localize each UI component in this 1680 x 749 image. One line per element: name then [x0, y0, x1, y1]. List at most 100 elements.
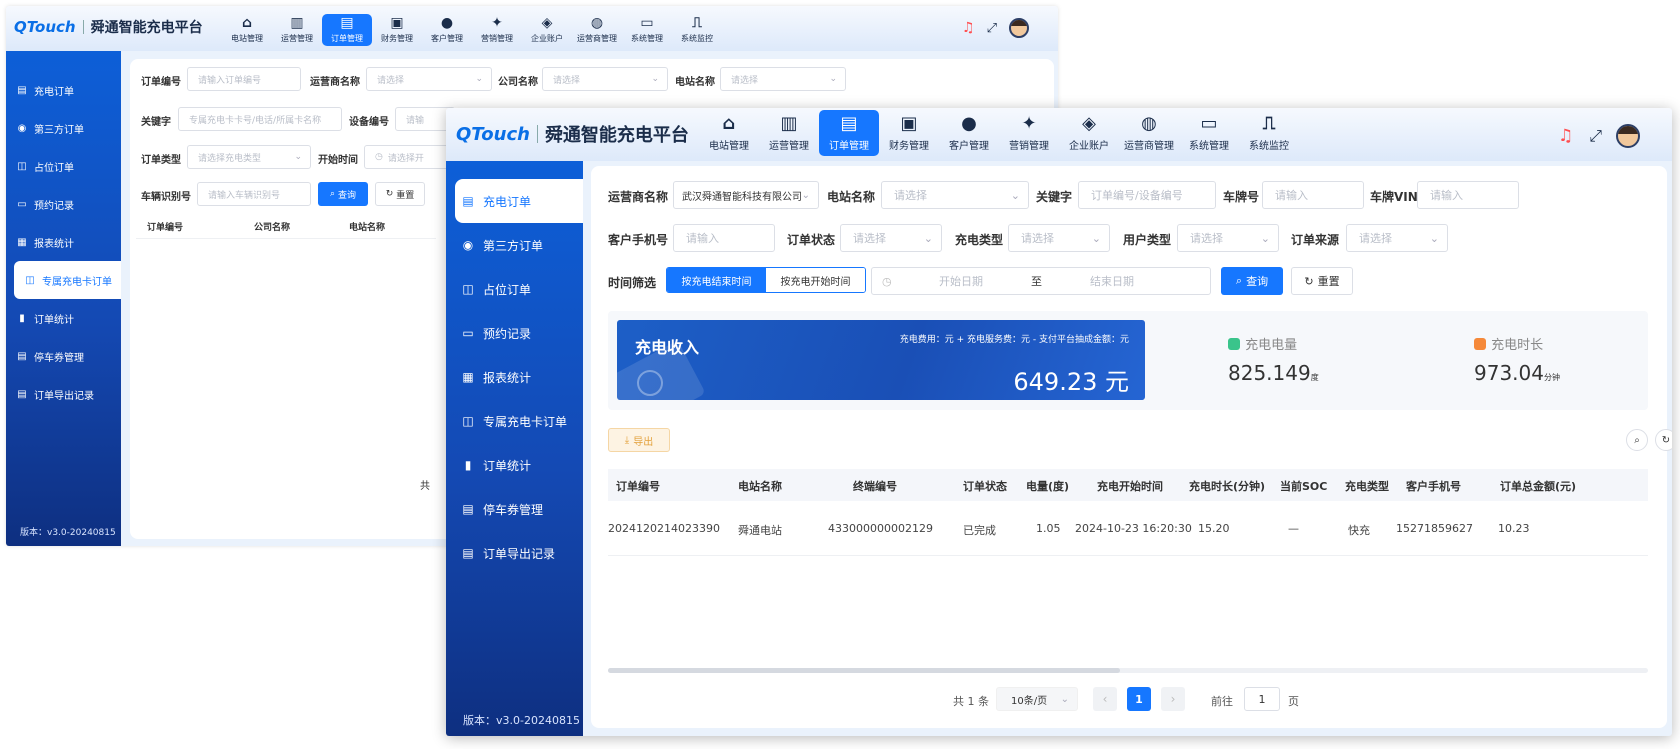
nav-label: 财务管理 — [889, 140, 929, 152]
nav-item-5[interactable]: ✦ 营销管理 — [999, 110, 1059, 156]
sidebar-item-4[interactable]: ▦ 报表统计 — [6, 223, 121, 261]
top-right-tools: ♫ ⤢ — [962, 18, 1029, 38]
nav-item-3[interactable]: ▣ 财务管理 — [879, 110, 939, 156]
fullscreen-icon[interactable]: ⤢ — [1589, 126, 1602, 146]
nav-item-9[interactable]: ⎍ 系统监控 — [672, 14, 722, 46]
reset-button[interactable]: ↻ 重置 — [375, 182, 425, 206]
nav-item-8[interactable]: ▭ 系统管理 — [1179, 110, 1239, 156]
filter-label: 订单类型 — [141, 155, 181, 166]
bell-icon[interactable]: ♫ — [1558, 126, 1573, 146]
nav-item-2[interactable]: ▤ 订单管理 — [322, 14, 372, 46]
page-1-button[interactable]: 1 — [1127, 687, 1151, 711]
table-header: 订单编号 公司名称 电站名称 — [136, 211, 436, 239]
query-button[interactable]: ⌕ 查询 — [1221, 267, 1283, 295]
brand[interactable]: QTouch 舜通智能充电平台 — [14, 16, 203, 38]
phone-input[interactable]: 请输入 — [673, 224, 775, 252]
nav-item-9[interactable]: ⎍ 系统监控 — [1239, 110, 1299, 156]
nav-item-8[interactable]: ▭ 系统管理 — [622, 14, 672, 46]
nav-item-0[interactable]: ⌂ 电站管理 — [699, 110, 759, 156]
nav-label: 系统管理 — [1189, 140, 1229, 152]
prev-page-button[interactable]: ‹ — [1093, 687, 1117, 711]
nav-item-2[interactable]: ▤ 订单管理 — [819, 110, 879, 156]
horizontal-scrollbar[interactable] — [608, 668, 1648, 673]
sidebar-item-0[interactable]: ▤ 充电订单 — [455, 179, 583, 223]
chevron-right-icon: › — [1170, 692, 1176, 706]
table-cell: 10.23 — [1498, 522, 1530, 535]
brand[interactable]: QTouch 舜通智能充电平台 — [456, 121, 689, 147]
filter-label: 电站名称 — [827, 190, 876, 204]
order-source-select[interactable]: 请选择 ⌄ — [1346, 224, 1448, 252]
sidebar-item-0[interactable]: ▤ 充电订单 — [6, 71, 121, 109]
nav-item-6[interactable]: ◈ 企业账户 — [1059, 110, 1119, 156]
by-start-time-option[interactable]: 按充电开始时间 — [766, 268, 865, 292]
avatar[interactable] — [1616, 124, 1641, 148]
logo: QTouch — [456, 123, 530, 145]
sidebar-item-5[interactable]: ◫ 专属充电卡订单 — [455, 399, 583, 443]
operator-select[interactable]: 请选择 ⌄ — [366, 67, 492, 91]
keyword-input[interactable]: 专属充电卡卡号/电话/所属卡名称 — [178, 107, 342, 131]
nav-item-7[interactable]: ◍ 运营商管理 — [572, 14, 622, 46]
by-end-time-option[interactable]: 按充电结束时间 — [667, 268, 766, 292]
page-size-select[interactable]: 10条/页 ⌄ — [996, 687, 1078, 711]
keyword-input[interactable]: 订单编号/设备编号 — [1078, 181, 1216, 209]
table-cell: 舜通电站 — [738, 524, 782, 537]
vin-input[interactable]: 请输入 — [1417, 181, 1519, 209]
plate-input[interactable]: 请输入 — [1262, 181, 1364, 209]
user-type-select[interactable]: 请选择 ⌄ — [1177, 224, 1279, 252]
operator-select[interactable]: 武汉舜通智能科技有限公司 ⌄ — [673, 181, 819, 209]
sidebar-item-1[interactable]: ◉ 第三方订单 — [455, 223, 583, 267]
export-button[interactable]: ⤓ 导出 — [608, 428, 670, 452]
charge-type-select[interactable]: 请选择 ⌄ — [1008, 224, 1110, 252]
goto-page-input[interactable]: 1 — [1244, 687, 1280, 711]
reserve-icon: ▭ — [17, 198, 27, 210]
nav-item-0[interactable]: ⌂ 电站管理 — [222, 14, 272, 46]
bell-icon[interactable]: ♫ — [962, 20, 975, 36]
sidebar-item-1[interactable]: ◉ 第三方订单 — [6, 109, 121, 147]
sidebar-item-5[interactable]: ◫ 专属充电卡订单 — [14, 261, 121, 299]
nav-label: 企业账户 — [531, 34, 563, 43]
table-row[interactable]: 2024120214023390 舜通电站 433000000002129 已完成 1.… — [608, 501, 1648, 556]
sidebar-item-8[interactable]: ▤ 订单导出记录 — [6, 375, 121, 413]
station-select[interactable]: 请选择 ⌄ — [881, 181, 1029, 209]
sidebar-item-7[interactable]: ▤ 停车券管理 — [6, 337, 121, 375]
start-time-picker[interactable]: ◷ 请选择开 — [364, 145, 454, 169]
sidebar-item-7[interactable]: ▤ 停车券管理 — [455, 487, 583, 531]
sidebar-item-3[interactable]: ▭ 预约记录 — [455, 311, 583, 355]
top-bar: QTouch 舜通智能充电平台 ⌂ 电站管理 ▥ 运营管理 ▤ 订单管理 ▣ 财务管理 ● 客户管… — [6, 6, 1058, 51]
fullscreen-icon[interactable]: ⤢ — [987, 21, 997, 36]
search-toggle-button[interactable]: ⌕ — [1626, 429, 1648, 451]
nav-item-7[interactable]: ◍ 运营商管理 — [1119, 110, 1179, 156]
sidebar-item-2[interactable]: ◫ 占位订单 — [455, 267, 583, 311]
sidebar-item-label: 订单导出记录 — [34, 390, 94, 402]
order-status-select[interactable]: 请选择 ⌄ — [840, 224, 942, 252]
sidebar-item-2[interactable]: ◫ 占位订单 — [6, 147, 121, 185]
vin-input[interactable]: 请输入车辆识别号 — [197, 182, 311, 206]
reset-button[interactable]: ↻ 重置 — [1291, 267, 1353, 295]
order-type-select[interactable]: 请选择充电类型 ⌄ — [187, 145, 311, 169]
sidebar-item-6[interactable]: ▮ 订单统计 — [6, 299, 121, 337]
date-range-picker[interactable]: ◷ 开始日期 至 结束日期 — [871, 267, 1211, 295]
nav-item-3[interactable]: ▣ 财务管理 — [372, 14, 422, 46]
sidebar-item-4[interactable]: ▦ 报表统计 — [455, 355, 583, 399]
station-select[interactable]: 请选择 ⌄ — [720, 67, 846, 91]
next-page-button[interactable]: › — [1161, 687, 1185, 711]
scrollbar-thumb[interactable] — [608, 668, 1120, 673]
order-no-input[interactable]: 请输入订单编号 — [187, 67, 301, 91]
marketing-icon: ✦ — [1021, 112, 1037, 134]
query-button[interactable]: ⌕ 查询 — [318, 182, 368, 206]
sidebar: ▤ 充电订单 ◉ 第三方订单 ◫ 占位订单 ▭ 预约记录 ▦ 报表统计 ◫ 专属充电卡订单 ▮ 订单统计 ▤… — [6, 51, 121, 546]
sidebar-item-8[interactable]: ▤ 订单导出记录 — [455, 531, 583, 575]
nav-item-1[interactable]: ▥ 运营管理 — [759, 110, 819, 156]
nav-item-5[interactable]: ✦ 营销管理 — [472, 14, 522, 46]
third-party-icon: ◉ — [462, 238, 474, 252]
nav-item-1[interactable]: ▥ 运营管理 — [272, 14, 322, 46]
company-select[interactable]: 请选择 ⌄ — [542, 67, 668, 91]
refresh-button[interactable]: ↻ — [1655, 429, 1672, 451]
nav-item-4[interactable]: ● 客户管理 — [422, 14, 472, 46]
column-header: 当前SOC — [1280, 480, 1328, 493]
sidebar-item-6[interactable]: ▮ 订单统计 — [455, 443, 583, 487]
nav-item-6[interactable]: ◈ 企业账户 — [522, 14, 572, 46]
avatar[interactable] — [1008, 18, 1029, 38]
nav-item-4[interactable]: ● 客户管理 — [939, 110, 999, 156]
sidebar-item-3[interactable]: ▭ 预约记录 — [6, 185, 121, 223]
